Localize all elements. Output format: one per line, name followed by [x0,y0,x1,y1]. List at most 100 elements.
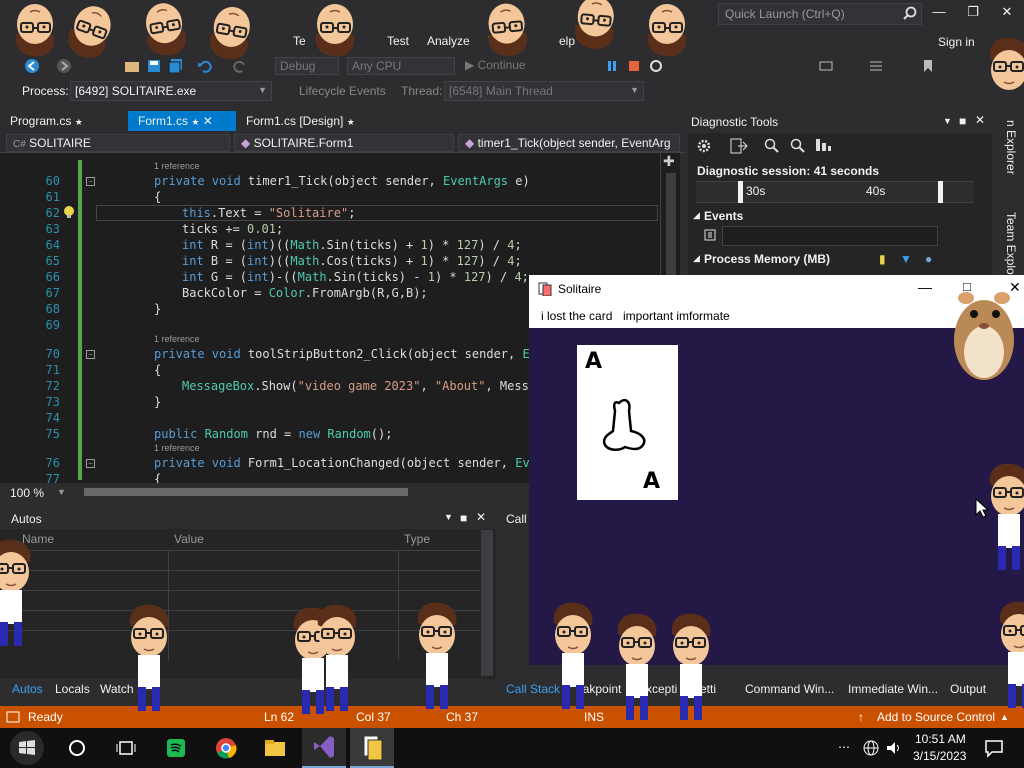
minimize-button[interactable]: — [918,279,932,295]
side-tab-team-explorer[interactable]: Team Explo [1004,212,1018,275]
split-icon[interactable]: ✚ [663,153,675,170]
windows-logo-icon [19,740,35,755]
lightbulb-icon[interactable] [62,205,76,222]
start-button[interactable] [10,731,44,765]
pin-icon[interactable]: ■ [460,511,467,525]
tab-locals[interactable]: Locals [55,682,90,696]
tab-program-cs[interactable]: Program.cs ★ [0,111,128,131]
menu-lost-card[interactable]: i lost the card [541,309,612,323]
member-select[interactable]: ◆ timer1_Tick(object sender, EventArg [458,134,680,152]
stop-icon[interactable] [626,58,642,74]
chevron-up-icon[interactable]: ⋯ [838,740,850,754]
save-icon[interactable] [146,58,162,74]
process-select[interactable]: [6492] SOLITAIRE.exe ▼ [70,81,272,101]
pause-icon[interactable] [604,58,620,74]
chevron-down-icon[interactable]: ▼ [57,487,66,497]
pause-events-icon[interactable] [704,229,716,244]
expand-icon[interactable]: ◢ [693,253,700,264]
tab-autos[interactable]: Autos [12,682,43,696]
zoom-level[interactable]: 100 % [10,486,44,500]
zoom-in-icon[interactable] [764,138,780,157]
export-icon[interactable] [730,138,748,157]
close-icon[interactable]: ✕ [476,510,486,524]
timeline-start-handle[interactable] [738,181,743,203]
playing-card[interactable]: A A [577,345,678,500]
chevron-down-icon[interactable]: ▼ [444,512,453,522]
cartoon-head [572,0,618,50]
process-memory-section[interactable]: Process Memory (MB) [704,252,830,266]
maximize-button[interactable]: ❐ [960,4,986,24]
class-select[interactable]: ◆ SOLITAIRE.Form1 [234,134,454,152]
back-icon[interactable] [24,58,40,74]
bookmark-icon[interactable] [920,58,936,74]
project-select[interactable]: C# SOLITAIRE [6,134,230,152]
settings-gear-icon[interactable] [696,138,712,157]
events-section[interactable]: Events [704,209,743,223]
menu-item-test[interactable]: Test [387,34,409,48]
toolbar-icon-b[interactable] [868,58,884,74]
autos-scrollbar[interactable] [481,530,493,676]
tab-form1-design[interactable]: Form1.cs [Design] ★ [236,111,376,131]
menu-item-analyze[interactable]: Analyze [427,34,470,48]
tab-immediate-window[interactable]: Immediate Win... [848,682,938,696]
forward-icon[interactable] [56,58,72,74]
sign-in-link[interactable]: Sign in [938,35,975,49]
undo-icon[interactable] [197,58,213,74]
close-button[interactable]: ✕ [994,4,1020,24]
expand-icon[interactable]: ◢ [693,210,700,221]
redo-icon[interactable] [232,58,248,74]
cartoon-person [416,601,458,709]
collapse-icon[interactable]: − [86,177,95,186]
cartoon-head [484,0,530,58]
collapse-icon[interactable]: − [86,459,95,468]
pin-icon[interactable]: ★ [75,117,83,127]
thread-select[interactable]: [6548] Main Thread ▼ [444,81,644,101]
taskbar-visual-studio[interactable] [302,728,346,768]
open-folder-icon[interactable] [124,58,140,74]
save-all-icon[interactable] [168,58,184,74]
restart-icon[interactable] [648,58,664,74]
reset-view-icon[interactable] [814,137,832,156]
chrome-icon[interactable] [215,737,237,762]
horizontal-scroll-thumb[interactable] [84,488,408,496]
collapse-icon[interactable]: − [86,350,95,359]
pin-icon[interactable]: ★ [191,117,199,127]
cartoon-person [552,601,594,709]
cartoon-head [14,3,56,58]
column-value[interactable]: Value [174,532,204,546]
zoom-out-icon[interactable] [790,138,806,157]
search-circle-icon[interactable] [68,739,86,760]
code-line: private void Form1_LocationChanged(objec… [154,456,544,470]
codelens-reference[interactable]: 1 reference [154,443,200,453]
taskbar-solitaire[interactable] [350,728,394,768]
menu-important-info[interactable]: important imformate [623,309,730,323]
clock-date[interactable]: 3/15/2023 [913,749,966,763]
spotify-icon[interactable] [166,738,186,761]
task-view-icon[interactable] [116,739,136,760]
file-explorer-icon[interactable] [264,739,286,760]
codelens-reference[interactable]: 1 reference [154,161,200,171]
toolbar-icon-a[interactable] [818,58,834,74]
column-type[interactable]: Type [404,532,430,546]
continue-button[interactable]: ▶ Continue [465,58,526,72]
tab-output[interactable]: Output [950,682,986,696]
add-to-source-control[interactable]: Add to Source Control [877,710,995,724]
minimize-button[interactable]: — [926,4,952,24]
timeline-end-handle[interactable] [938,181,943,203]
volume-icon[interactable] [885,739,903,760]
tab-command-window[interactable]: Command Win... [745,682,834,696]
pin-icon[interactable]: ■ [959,114,966,128]
notifications-icon[interactable] [984,738,1004,761]
line-number: 74 [45,411,60,425]
clock-time[interactable]: 10:51 AM [915,732,966,746]
codelens-reference[interactable]: 1 reference [154,334,200,344]
tab-form1-cs[interactable]: Form1.cs ★ ✕ [128,111,236,131]
lifecycle-events[interactable]: Lifecycle Events [299,84,386,98]
network-icon[interactable] [862,739,880,760]
pin-icon[interactable]: ★ [347,117,355,127]
configuration-select[interactable]: Debug [275,57,339,75]
chevron-down-icon[interactable]: ▼ [943,116,952,126]
platform-select[interactable]: Any CPU [347,57,455,75]
quick-launch-input[interactable]: Quick Launch (Ctrl+Q) [718,3,922,25]
close-tab-icon[interactable]: ✕ [203,114,213,128]
